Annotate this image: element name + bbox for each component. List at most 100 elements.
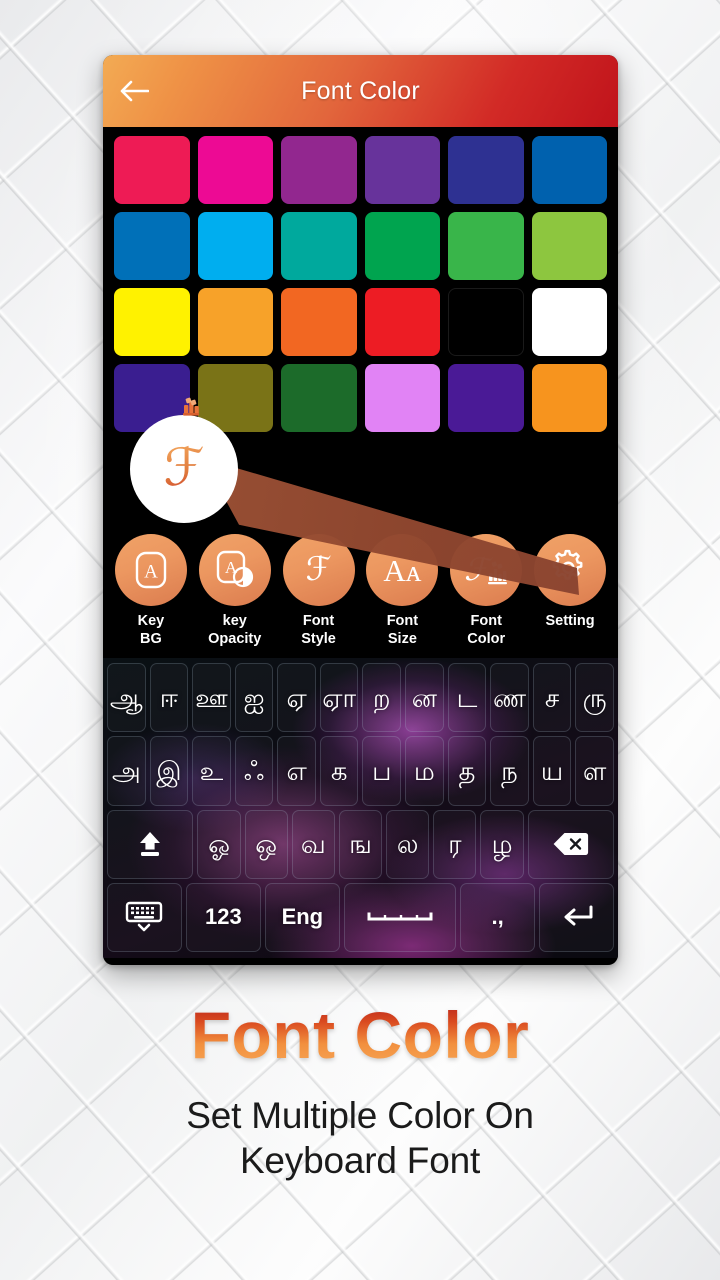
tool-font-size-label: Font Size bbox=[386, 613, 419, 647]
tool-key-opacity[interactable]: Akey Opacity bbox=[195, 534, 275, 648]
tool-key-bg[interactable]: A Key BG bbox=[111, 534, 191, 648]
swatch-orange[interactable] bbox=[531, 364, 607, 432]
tool-key-bg-circle[interactable]: A bbox=[114, 534, 187, 606]
swatch-grass-green[interactable] bbox=[448, 212, 524, 280]
key-ற[interactable]: ற bbox=[362, 663, 402, 733]
key-ஐ[interactable]: ஐ bbox=[234, 663, 274, 733]
key-.,[interactable]: ., bbox=[460, 882, 536, 952]
swatch-deep-indigo[interactable] bbox=[114, 364, 190, 432]
tool-font-size[interactable]: Aᴀ Font Size bbox=[362, 534, 442, 648]
backspace-icon bbox=[552, 831, 590, 857]
back-button[interactable] bbox=[103, 55, 165, 127]
enter-icon bbox=[558, 902, 596, 932]
swatch-yellow[interactable] bbox=[114, 288, 190, 356]
color-palette-grid bbox=[103, 127, 618, 436]
key-ய[interactable]: ய bbox=[532, 736, 572, 806]
promo-block: Font Color Set Multiple Color On Keyboar… bbox=[0, 999, 720, 1184]
swatch-magenta[interactable] bbox=[197, 136, 273, 204]
key-backspace[interactable] bbox=[527, 809, 615, 879]
key-ந[interactable]: ந bbox=[490, 736, 529, 806]
swatch-sky-cyan[interactable] bbox=[197, 212, 273, 280]
key-hide-keyboard[interactable] bbox=[107, 882, 182, 952]
swatch-amber-orange[interactable] bbox=[197, 288, 273, 356]
page-title: Font Color bbox=[301, 76, 420, 105]
swatch-sapphire-blue[interactable] bbox=[531, 136, 607, 204]
key-ஈ[interactable]: ஈ bbox=[149, 663, 189, 733]
tool-font-style-circle[interactable]: ℱ bbox=[282, 534, 355, 606]
key-ம[interactable]: ம bbox=[405, 736, 444, 806]
tool-font-style[interactable]: ℱ Font Style bbox=[279, 534, 359, 648]
key-இ[interactable]: இ bbox=[149, 736, 189, 806]
key-ங[interactable]: ங bbox=[338, 809, 383, 879]
letter-a-rounded-box-icon: A bbox=[131, 549, 171, 591]
keyboard-row-2: அஇஉஃஎகபமதநயள bbox=[107, 736, 614, 806]
swatch-teal[interactable] bbox=[281, 212, 357, 280]
key-123[interactable]: 123 bbox=[185, 882, 261, 952]
key-ல[interactable]: ல bbox=[386, 809, 430, 879]
tool-setting-label: Setting bbox=[545, 613, 595, 629]
space-icon bbox=[365, 910, 435, 924]
tool-setting[interactable]: Setting bbox=[530, 534, 610, 631]
swatch-lime-green[interactable] bbox=[531, 212, 607, 280]
promo-subtitle: Set Multiple Color On Keyboard Font bbox=[186, 1095, 534, 1182]
swatch-olive[interactable] bbox=[197, 364, 273, 432]
key-space[interactable] bbox=[343, 882, 457, 952]
key-ச[interactable]: ச bbox=[532, 663, 572, 733]
key-ர[interactable]: ர bbox=[433, 809, 477, 879]
tool-font-size-circle[interactable]: Aᴀ bbox=[366, 534, 439, 606]
tool-font-color-circle[interactable]: ℱ bbox=[450, 534, 523, 606]
key-ஓ[interactable]: ஓ bbox=[197, 809, 241, 879]
keyboard-row-3: ஓஒவஙலரழ bbox=[107, 809, 615, 879]
key-ஒ[interactable]: ஒ bbox=[244, 809, 288, 879]
tool-key-opacity-circle[interactable]: A bbox=[198, 534, 271, 606]
key-எ[interactable]: எ bbox=[277, 736, 316, 806]
key-அ[interactable]: அ bbox=[107, 736, 146, 806]
key-த[interactable]: த bbox=[447, 736, 487, 806]
swatch-crimson-pink[interactable] bbox=[114, 136, 190, 204]
key-ண[interactable]: ண bbox=[490, 663, 529, 733]
tool-setting-circle[interactable] bbox=[534, 534, 607, 606]
swatch-forest-green[interactable] bbox=[281, 364, 357, 432]
key-enter[interactable] bbox=[539, 882, 614, 952]
key-ள[interactable]: ள bbox=[575, 736, 614, 806]
promo-title: Font Color bbox=[0, 999, 720, 1071]
tool-font-color-label: Font Color bbox=[467, 613, 506, 647]
swatch-indigo[interactable] bbox=[448, 136, 524, 204]
key-க[interactable]: க bbox=[319, 736, 359, 806]
swatch-white[interactable] bbox=[531, 288, 607, 356]
key-உ[interactable]: உ bbox=[192, 736, 231, 806]
key-ரு[interactable]: ரு bbox=[575, 663, 614, 733]
palette-bottom-spacer bbox=[103, 436, 618, 530]
key-ஏ[interactable]: ஏ bbox=[277, 663, 316, 733]
key-ஆ[interactable]: ஆ bbox=[107, 663, 146, 733]
app-screen: Font Color A Key BG Akey Opacity ℱ Font Styl… bbox=[103, 55, 618, 965]
script-f-icon: ℱ bbox=[305, 551, 332, 588]
swatch-emerald-green[interactable] bbox=[364, 212, 440, 280]
key-ஊ[interactable]: ஊ bbox=[192, 663, 231, 733]
swatch-ocean-blue[interactable] bbox=[114, 212, 190, 280]
swatch-violet[interactable] bbox=[364, 136, 440, 204]
key-ழ[interactable]: ழ bbox=[480, 809, 524, 879]
letter-a-box-opacity-icon: A bbox=[213, 548, 257, 592]
app-header: Font Color bbox=[103, 55, 618, 127]
key-ட[interactable]: ட bbox=[447, 663, 487, 733]
swatch-black[interactable] bbox=[448, 288, 524, 356]
arrow-left-icon bbox=[119, 79, 149, 103]
key-வ[interactable]: வ bbox=[291, 809, 335, 879]
swatch-light-orchid[interactable] bbox=[364, 364, 440, 432]
hide-keyboard-icon bbox=[123, 901, 165, 933]
swatch-royal-purple[interactable] bbox=[448, 364, 524, 432]
double-a-size-icon: Aᴀ bbox=[383, 552, 422, 588]
key-ன[interactable]: ன bbox=[405, 663, 444, 733]
swatch-tangerine[interactable] bbox=[281, 288, 357, 356]
key-ஏா[interactable]: ஏா bbox=[319, 663, 359, 733]
tool-font-color[interactable]: ℱ Font Color bbox=[446, 534, 526, 648]
swatch-purple-orchid[interactable] bbox=[281, 136, 357, 204]
key-shift[interactable] bbox=[107, 809, 194, 879]
svg-text:A: A bbox=[225, 558, 238, 577]
swatch-red[interactable] bbox=[364, 288, 440, 356]
key-ப[interactable]: ப bbox=[362, 736, 402, 806]
key-Eng[interactable]: Eng bbox=[264, 882, 340, 952]
tool-key-bg-label: Key BG bbox=[137, 613, 165, 647]
key-ஃ[interactable]: ஃ bbox=[234, 736, 274, 806]
